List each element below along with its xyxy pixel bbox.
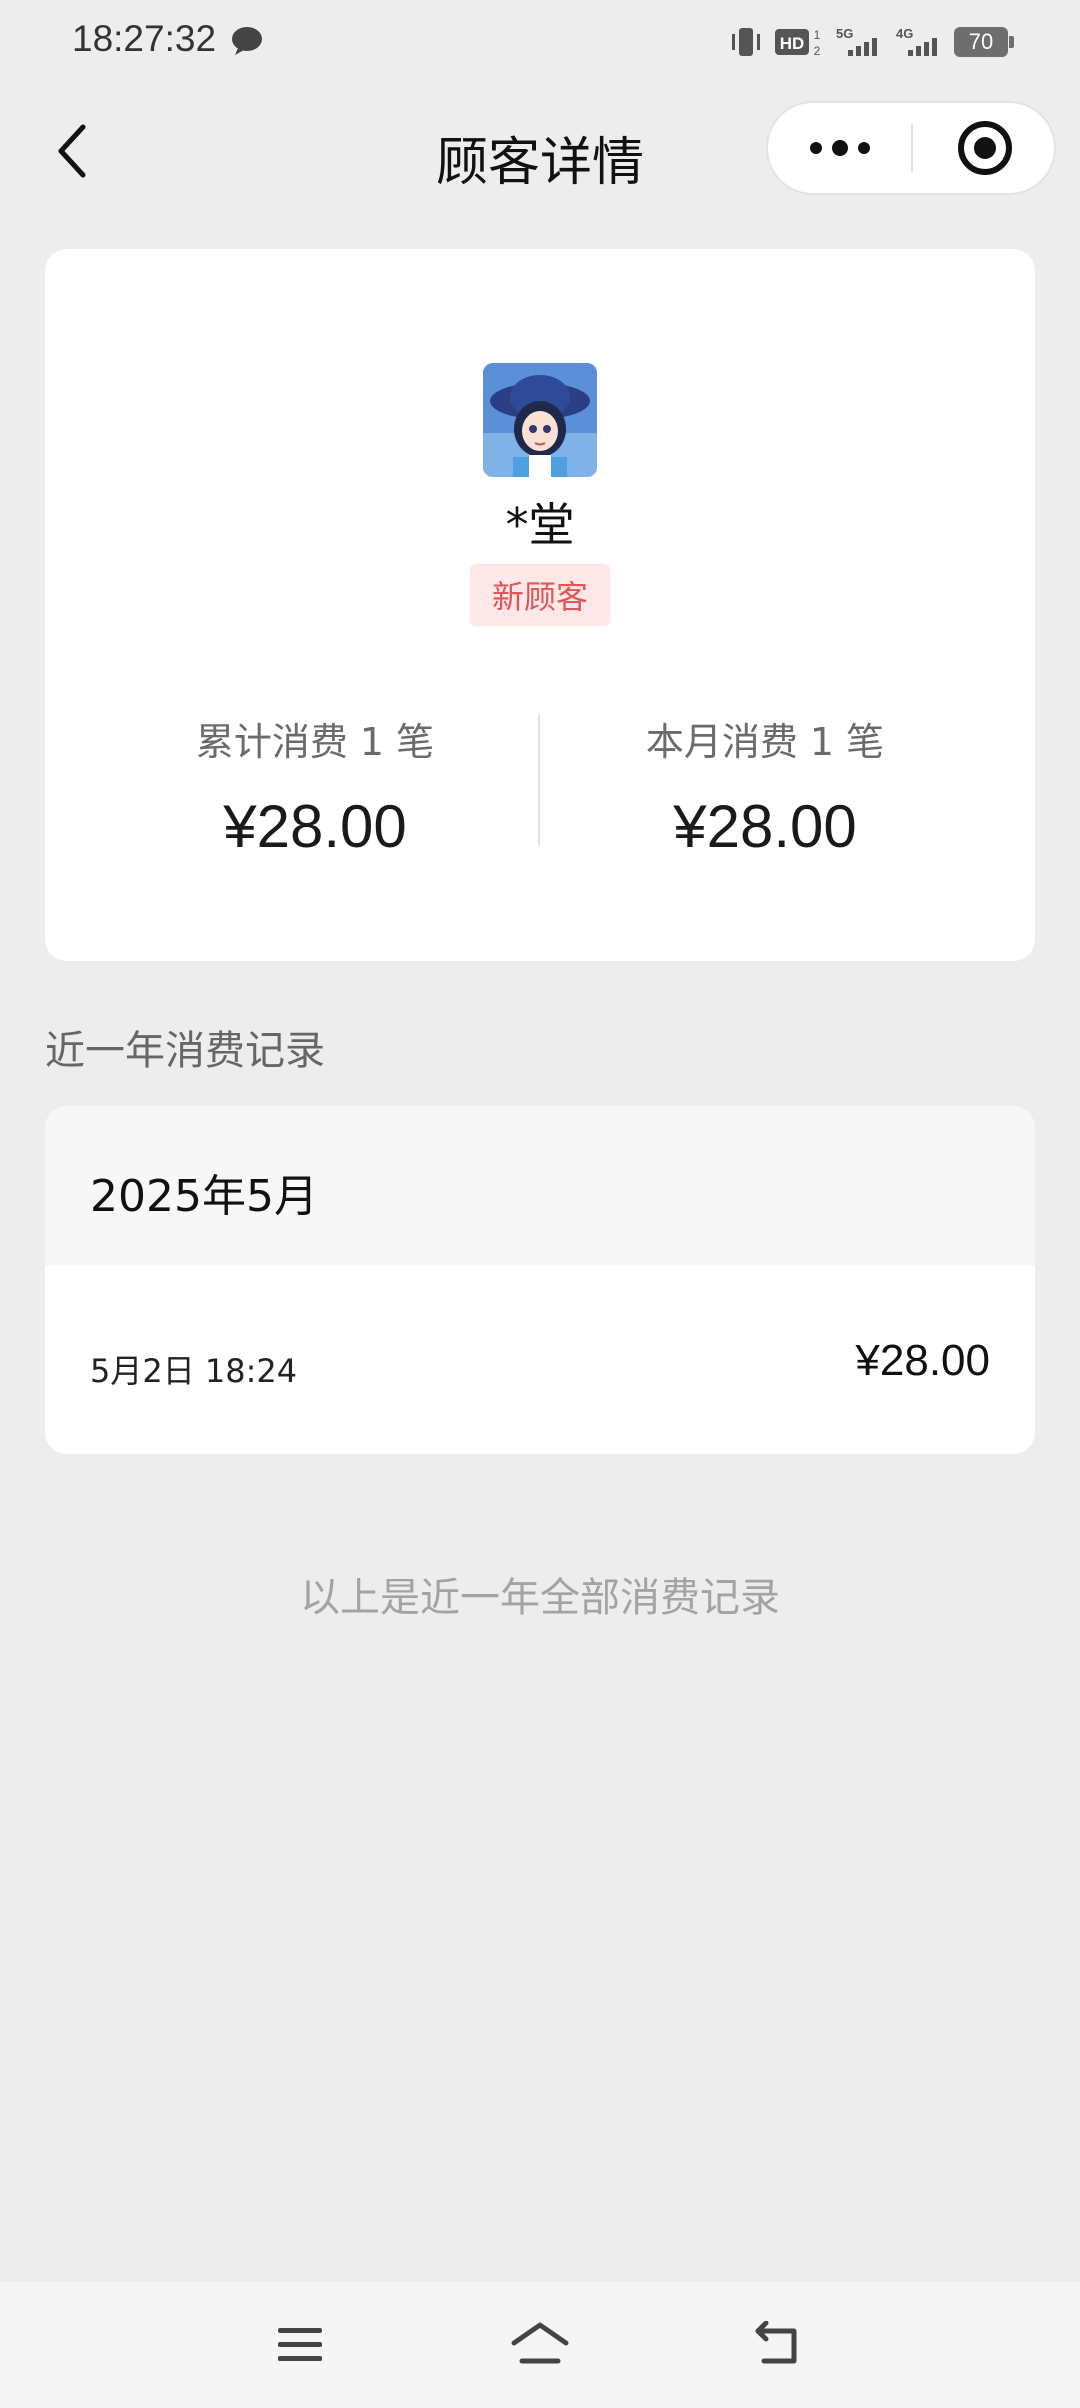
more-icon: [810, 140, 870, 156]
menu-icon: [278, 2328, 322, 2361]
svg-text:5G: 5G: [836, 26, 853, 41]
message-icon: [232, 27, 262, 55]
records-section-title: 近一年消费记录: [45, 1028, 325, 1074]
more-button[interactable]: [768, 103, 912, 193]
total-spend-value: ¥28.00: [223, 793, 407, 860]
svg-text:4G: 4G: [896, 26, 913, 41]
4g-signal-icon: 4G: [896, 26, 937, 56]
avatar-image: [483, 363, 597, 477]
customer-name: *堂: [505, 498, 575, 552]
vibrate-icon: [732, 28, 760, 56]
system-navigation-bar: [0, 2282, 1080, 2408]
5g-signal-icon: 5G: [836, 26, 877, 56]
mini-program-capsule: [766, 101, 1056, 195]
consumption-records-card: 2025年5月 5月2日 18:24 ¥28.00: [45, 1106, 1035, 1454]
nav-bar: 顾客详情: [0, 96, 1080, 206]
record-row[interactable]: 5月2日 18:24 ¥28.00: [45, 1266, 1035, 1454]
month-spend-stat: 本月消费 1 笔 ¥28.00: [540, 711, 990, 861]
total-spend-stat: 累计消费 1 笔 ¥28.00: [90, 711, 540, 861]
total-spend-label: 累计消费 1 笔: [195, 720, 435, 764]
close-button[interactable]: [914, 103, 1056, 193]
month-spend-value: ¥28.00: [673, 793, 857, 860]
hd-icon: HD 1 2: [775, 28, 821, 58]
status-icons: HD 1 2 5G 4G 70: [728, 22, 1014, 62]
close-target-icon: [958, 121, 1012, 175]
status-bar: 18:27:32 HD 1 2 5G 4G 70: [0, 0, 1080, 90]
customer-profile-card: *堂 新顾客 累计消费 1 笔 ¥28.00 本月消费 1 笔 ¥28.00: [45, 249, 1035, 961]
month-label: 2025年5月: [90, 1171, 318, 1222]
record-amount: ¥28.00: [855, 1336, 990, 1385]
battery-level: 70: [968, 29, 994, 54]
home-button[interactable]: [510, 2315, 570, 2375]
svg-text:2: 2: [814, 44, 821, 58]
system-back-button[interactable]: [750, 2315, 810, 2375]
svg-text:HD: HD: [780, 34, 805, 53]
home-icon: [511, 2322, 569, 2364]
battery-icon: 70: [954, 27, 1014, 57]
month-spend-label: 本月消费 1 笔: [645, 720, 885, 764]
recent-apps-button[interactable]: [270, 2315, 330, 2375]
status-time: 18:27:32: [72, 18, 217, 59]
svg-text:1: 1: [814, 28, 821, 42]
customer-tag-badge: 新顾客: [470, 564, 610, 626]
month-header: 2025年5月: [45, 1106, 1035, 1266]
avatar: [483, 363, 597, 477]
capsule-divider: [911, 125, 913, 171]
record-time: 5月2日 18:24: [90, 1352, 298, 1390]
records-footer-note: 以上是近一年全部消费记录: [300, 1575, 780, 1621]
system-back-icon: [755, 2321, 797, 2364]
